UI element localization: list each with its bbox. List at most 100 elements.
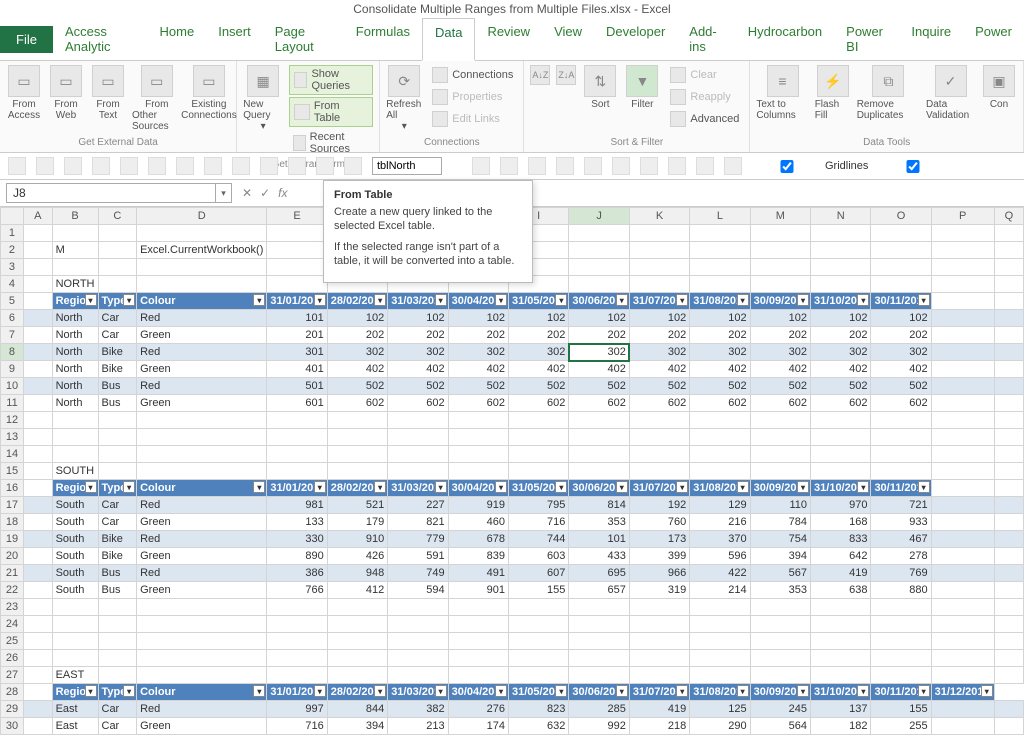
- cell[interactable]: [98, 242, 137, 259]
- row-header[interactable]: 1: [1, 225, 24, 242]
- cell[interactable]: [327, 650, 387, 667]
- cell[interactable]: [994, 259, 1023, 276]
- table-header-cell[interactable]: 30/11/201▾: [871, 293, 931, 310]
- row-header[interactable]: 29: [1, 701, 24, 718]
- sort-button[interactable]: ⇅Sort: [582, 65, 618, 110]
- cell[interactable]: [871, 225, 931, 242]
- cell[interactable]: [137, 446, 267, 463]
- cell[interactable]: 386: [267, 565, 327, 582]
- filter-icon[interactable]: ▾: [123, 481, 135, 493]
- cell[interactable]: [750, 412, 810, 429]
- table-header-cell[interactable]: 31/08/201▾: [690, 480, 750, 497]
- cell[interactable]: [931, 650, 994, 667]
- cell[interactable]: [509, 650, 569, 667]
- row-header[interactable]: 18: [1, 514, 24, 531]
- qat-icon[interactable]: [92, 157, 110, 175]
- cell[interactable]: 602: [509, 395, 569, 412]
- qat-icon[interactable]: [64, 157, 82, 175]
- cell[interactable]: [811, 667, 871, 684]
- cell[interactable]: 760: [629, 514, 689, 531]
- table-header-cell[interactable]: Type▾: [98, 684, 137, 701]
- existing-connections-button[interactable]: ▭ExistingConnections: [188, 65, 231, 121]
- tab-home[interactable]: Home: [148, 18, 207, 60]
- cell[interactable]: [871, 599, 931, 616]
- cell[interactable]: [327, 667, 387, 684]
- cell[interactable]: [23, 599, 52, 616]
- cell[interactable]: Green: [137, 327, 267, 344]
- cell[interactable]: 602: [388, 395, 448, 412]
- qat-icon[interactable]: [584, 157, 602, 175]
- cell[interactable]: [569, 633, 629, 650]
- cell[interactable]: [267, 429, 327, 446]
- cell[interactable]: Excel.CurrentWorkbook(): [137, 242, 267, 259]
- cell[interactable]: [509, 412, 569, 429]
- qat-icon[interactable]: [528, 157, 546, 175]
- cell[interactable]: North: [52, 310, 98, 327]
- col-header[interactable]: P: [931, 208, 994, 225]
- row-header[interactable]: 6: [1, 310, 24, 327]
- cell[interactable]: [267, 225, 327, 242]
- table-header-cell[interactable]: 31/08/201▾: [690, 293, 750, 310]
- cell[interactable]: 567: [750, 565, 810, 582]
- cell[interactable]: [994, 616, 1023, 633]
- cell[interactable]: Red: [137, 497, 267, 514]
- remove-duplicates-button[interactable]: ⧉Remove Duplicates: [857, 65, 920, 121]
- cell[interactable]: [994, 276, 1023, 293]
- table-header-cell[interactable]: 30/04/201▾: [448, 684, 508, 701]
- cell[interactable]: [690, 599, 750, 616]
- cell[interactable]: [23, 395, 52, 412]
- table-header-cell[interactable]: 30/06/201▾: [569, 480, 629, 497]
- cell[interactable]: 302: [448, 344, 508, 361]
- row-header[interactable]: 17: [1, 497, 24, 514]
- cell[interactable]: [811, 242, 871, 259]
- cell[interactable]: [98, 276, 137, 293]
- row-header[interactable]: 27: [1, 667, 24, 684]
- cell[interactable]: [448, 633, 508, 650]
- cell[interactable]: South: [52, 531, 98, 548]
- cell[interactable]: 302: [509, 344, 569, 361]
- cancel-icon[interactable]: ✕: [242, 186, 252, 200]
- cell[interactable]: [811, 429, 871, 446]
- cell[interactable]: 502: [509, 378, 569, 395]
- cell[interactable]: [690, 633, 750, 650]
- cell[interactable]: 491: [448, 565, 508, 582]
- cell[interactable]: [931, 514, 994, 531]
- cell[interactable]: 201: [267, 327, 327, 344]
- cell[interactable]: [23, 718, 52, 735]
- cell[interactable]: [569, 599, 629, 616]
- cell[interactable]: 137: [811, 701, 871, 718]
- table-header-cell[interactable]: 31/03/201▾: [388, 293, 448, 310]
- cell[interactable]: 402: [327, 361, 387, 378]
- cell[interactable]: 102: [448, 310, 508, 327]
- cell[interactable]: 502: [569, 378, 629, 395]
- cell[interactable]: [931, 412, 994, 429]
- col-header[interactable]: L: [690, 208, 750, 225]
- cell[interactable]: [327, 616, 387, 633]
- cell[interactable]: [267, 599, 327, 616]
- col-header[interactable]: C: [98, 208, 137, 225]
- cell[interactable]: [931, 633, 994, 650]
- tab-data[interactable]: Data: [422, 18, 475, 61]
- cell[interactable]: [388, 446, 448, 463]
- filter-icon[interactable]: ▾: [676, 294, 688, 306]
- cell[interactable]: 174: [448, 718, 508, 735]
- cell[interactable]: 754: [750, 531, 810, 548]
- tab-power-bi[interactable]: Power BI: [834, 18, 899, 60]
- gridlines-checkbox[interactable]: Gridlines: [752, 160, 868, 173]
- show-queries-button[interactable]: Show Queries: [289, 65, 373, 95]
- cell[interactable]: Car: [98, 310, 137, 327]
- cell[interactable]: [23, 361, 52, 378]
- filter-icon[interactable]: ▾: [797, 294, 809, 306]
- tab-power[interactable]: Power: [963, 18, 1024, 60]
- table-header-cell[interactable]: Colour▾: [137, 684, 267, 701]
- cell[interactable]: 502: [327, 378, 387, 395]
- row-header[interactable]: 25: [1, 633, 24, 650]
- cell[interactable]: [811, 616, 871, 633]
- cell[interactable]: North: [52, 327, 98, 344]
- cell[interactable]: [811, 412, 871, 429]
- cell[interactable]: [931, 718, 994, 735]
- filter-icon[interactable]: ▾: [918, 481, 930, 493]
- tab-formulas[interactable]: Formulas: [344, 18, 422, 60]
- from-other-sources-button[interactable]: ▭FromOther Sources: [132, 65, 182, 132]
- cell[interactable]: [994, 497, 1023, 514]
